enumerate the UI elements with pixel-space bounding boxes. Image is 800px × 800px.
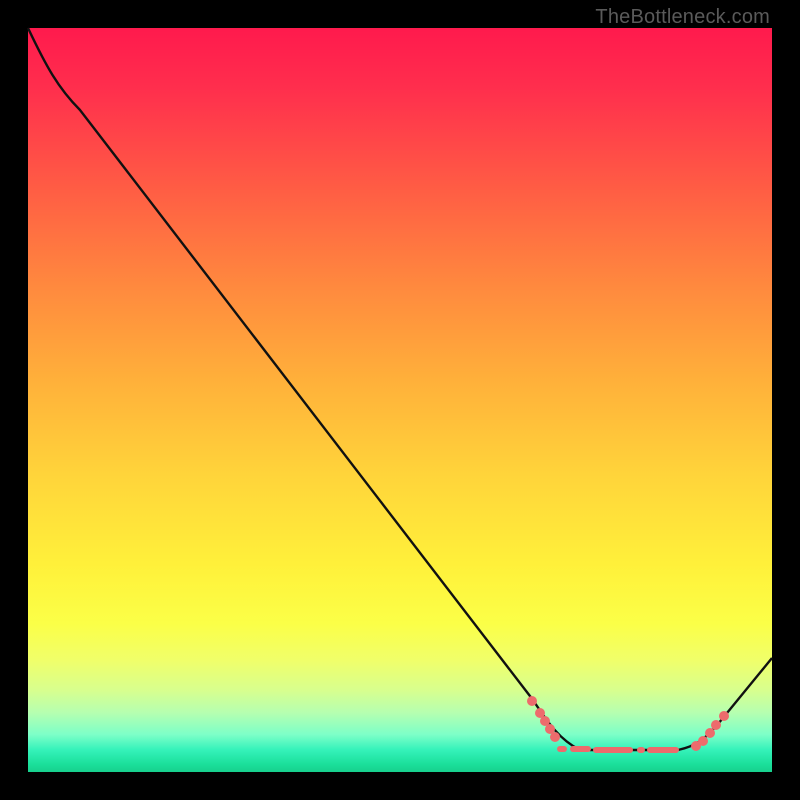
chart-container: TheBottleneck.com — [0, 0, 800, 800]
bottleneck-curve-svg — [28, 28, 772, 772]
bottleneck-curve — [28, 28, 772, 750]
plot-area — [28, 28, 772, 772]
data-marker — [698, 736, 708, 746]
data-marker — [711, 720, 721, 730]
watermark-text: TheBottleneck.com — [595, 6, 770, 29]
data-marker — [705, 728, 715, 738]
data-marker — [719, 711, 729, 721]
data-marker — [550, 732, 560, 742]
data-marker — [527, 696, 537, 706]
